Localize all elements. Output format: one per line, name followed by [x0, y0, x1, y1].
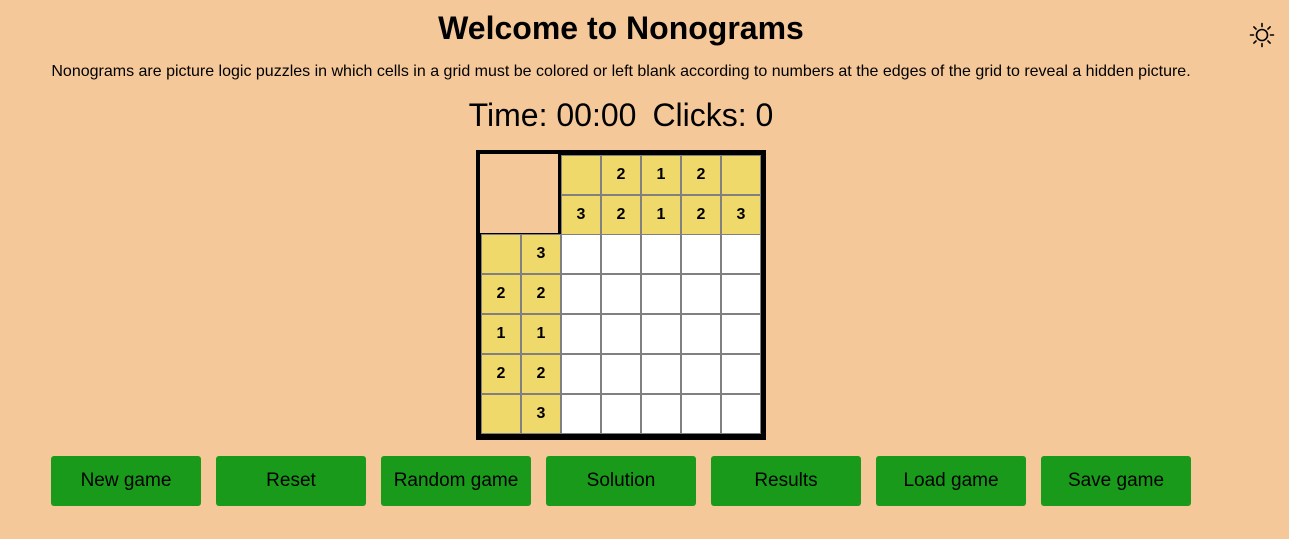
solution-button[interactable]: Solution [546, 456, 696, 506]
time-value: 00:00 [556, 97, 637, 133]
row-clue: 2 [481, 354, 521, 394]
row-clue: 2 [521, 274, 561, 314]
game-stats: Time: 00:00 Clicks: 0 [0, 96, 1242, 134]
page: Welcome to Nonograms Nonograms are pictu… [0, 0, 1289, 539]
column-clue: 2 [681, 155, 721, 195]
nonogram-board: 3221122332211223 [476, 150, 766, 440]
column-clue [721, 155, 761, 195]
clicks-value: 0 [755, 97, 774, 133]
reset-button[interactable]: Reset [216, 456, 366, 506]
row-clue [481, 234, 521, 274]
grid-cell[interactable] [681, 394, 721, 434]
grid-cell[interactable] [641, 354, 681, 394]
grid-cell[interactable] [721, 234, 761, 274]
row-clue: 2 [481, 274, 521, 314]
grid-cell[interactable] [561, 394, 601, 434]
row-clue: 3 [521, 394, 561, 434]
grid-cell[interactable] [681, 234, 721, 274]
button-bar: New game Reset Random game Solution Results L… [51, 456, 1191, 506]
grid-cell[interactable] [681, 354, 721, 394]
page-title: Welcome to Nonograms [438, 10, 804, 46]
grid-cell[interactable] [641, 394, 681, 434]
grid-cell[interactable] [641, 274, 681, 314]
column-clue: 2 [601, 155, 641, 195]
board-corner [480, 154, 558, 233]
save-game-button[interactable]: Save game [1041, 456, 1191, 506]
column-clue: 1 [641, 155, 681, 195]
load-game-button[interactable]: Load game [876, 456, 1026, 506]
clicks-label: Clicks: [652, 97, 747, 133]
grid-cell[interactable] [601, 394, 641, 434]
grid-cell[interactable] [601, 314, 641, 354]
column-clue [561, 155, 601, 195]
grid-cell[interactable] [721, 314, 761, 354]
row-clue: 1 [521, 314, 561, 354]
game-description: Nonograms are picture logic puzzles in w… [51, 63, 1191, 80]
grid-cell[interactable] [601, 234, 641, 274]
grid-cell[interactable] [601, 274, 641, 314]
column-clue: 2 [601, 195, 641, 235]
results-button[interactable]: Results [711, 456, 861, 506]
grid-cell[interactable] [561, 314, 601, 354]
grid-cell[interactable] [681, 274, 721, 314]
column-clue: 2 [681, 195, 721, 235]
grid-cell[interactable] [721, 354, 761, 394]
grid-cell[interactable] [561, 274, 601, 314]
row-clue: 3 [521, 234, 561, 274]
row-clue: 2 [521, 354, 561, 394]
grid-cell[interactable] [641, 234, 681, 274]
grid-cell[interactable] [721, 274, 761, 314]
grid-cell[interactable] [561, 354, 601, 394]
grid-cell[interactable] [561, 234, 601, 274]
column-clue: 1 [641, 195, 681, 235]
row-clue: 1 [481, 314, 521, 354]
grid-cell[interactable] [681, 314, 721, 354]
grid-cell[interactable] [721, 394, 761, 434]
new-game-button[interactable]: New game [51, 456, 201, 506]
grid-cell[interactable] [641, 314, 681, 354]
theme-toggle-button[interactable] [1249, 22, 1275, 48]
row-clue [481, 394, 521, 434]
grid-cell[interactable] [601, 354, 641, 394]
sun-icon [1249, 22, 1275, 48]
column-clue: 3 [721, 195, 761, 235]
random-game-button[interactable]: Random game [381, 456, 531, 506]
time-label: Time: [468, 97, 548, 133]
column-clue: 3 [561, 195, 601, 235]
